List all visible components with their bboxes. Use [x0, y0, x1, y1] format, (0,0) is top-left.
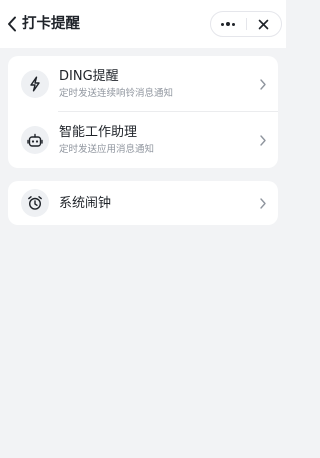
nav-bar: 打卡提醒: [0, 0, 286, 48]
item-title: DING提醒: [59, 69, 119, 84]
chevron-right-icon: [258, 197, 268, 209]
smart-assistant-item[interactable]: 智能工作助理 定时发送应用消息通知: [8, 112, 278, 168]
item-subtitle: 定时发送连续响铃消息通知: [59, 88, 174, 99]
chevron-right-icon: [258, 78, 268, 90]
chevron-left-icon: [8, 16, 16, 32]
mini-app-capsule: [210, 11, 282, 37]
more-button[interactable]: [211, 12, 246, 36]
alarm-card: 系统闹钟: [8, 181, 278, 225]
page-title: 打卡提醒: [22, 16, 80, 32]
robot-icon: [21, 126, 49, 154]
chevron-right-icon: [258, 134, 268, 146]
lightning-icon: [21, 70, 49, 98]
back-button[interactable]: [4, 13, 20, 35]
ding-reminder-item[interactable]: DING提醒 定时发送连续响铃消息通知: [8, 56, 278, 112]
close-icon: [258, 19, 269, 29]
reminder-options-card: DING提醒 定时发送连续响铃消息通知 智能工作助理 定时发送应用消息通知: [8, 56, 278, 168]
item-title: 系统闹钟: [59, 196, 112, 211]
alarm-clock-icon: [21, 189, 49, 217]
item-title: 智能工作助理: [59, 125, 138, 140]
system-alarm-item[interactable]: 系统闹钟: [8, 181, 278, 225]
more-dots-icon: [221, 22, 236, 26]
item-subtitle: 定时发送应用消息通知: [59, 144, 155, 155]
close-button[interactable]: [247, 12, 282, 36]
